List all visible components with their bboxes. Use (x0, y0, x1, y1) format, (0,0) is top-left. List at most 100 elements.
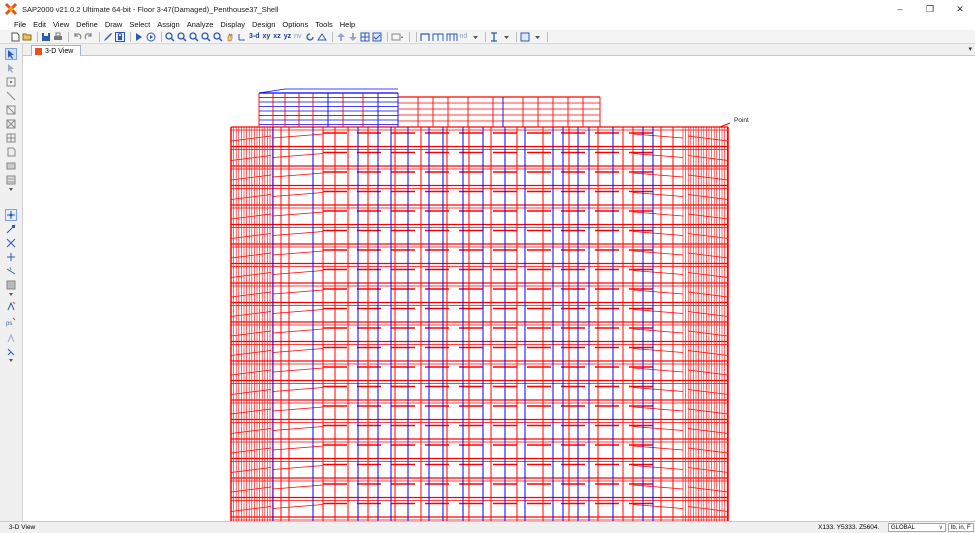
toolbar-separator (485, 31, 487, 42)
zoom-full-icon[interactable] (177, 31, 187, 43)
area-object-icon[interactable] (520, 31, 530, 43)
run-now-icon[interactable] (146, 31, 156, 43)
frame-member (632, 445, 684, 451)
redo-icon[interactable] (84, 31, 94, 43)
view-window-icon (35, 47, 42, 55)
close-button[interactable]: ✕ (945, 0, 975, 18)
snap-to-intersections-icon[interactable] (5, 237, 17, 249)
menu-edit[interactable]: Edit (33, 20, 46, 29)
rotate-view-icon[interactable] (305, 31, 315, 43)
frame-member (632, 465, 684, 470)
dropdown-arrow-icon[interactable] (532, 31, 542, 43)
dropdown-arrow-icon[interactable] (470, 31, 480, 43)
frame-member (632, 387, 684, 392)
move-down-icon[interactable] (348, 31, 358, 43)
frame-member (632, 406, 684, 412)
view-xz-button[interactable]: xz (273, 33, 280, 40)
previous-select-icon[interactable]: ps (5, 316, 17, 328)
dropdown-arrow-icon[interactable] (501, 31, 511, 43)
frame-elements (230, 88, 731, 521)
quick-draw-frame-icon[interactable] (5, 104, 17, 116)
minimize-button[interactable]: – (885, 0, 915, 18)
frame-member (632, 172, 684, 178)
menu-design[interactable]: Design (252, 20, 275, 29)
set-display-options-icon[interactable] (372, 31, 382, 43)
draw-joint-icon[interactable] (5, 76, 17, 88)
menu-define[interactable]: Define (76, 20, 98, 29)
save-icon[interactable] (41, 31, 51, 43)
move-up-icon[interactable] (336, 31, 346, 43)
undo-icon[interactable] (72, 31, 82, 43)
draw-poly-area-icon[interactable] (5, 146, 17, 158)
snap-to-fine-grid-icon[interactable] (5, 279, 17, 291)
draw-frame-icon[interactable] (419, 31, 430, 43)
draw-link-icon[interactable] (446, 31, 458, 43)
show-forces-icon[interactable] (391, 31, 404, 43)
open-folder-icon[interactable] (22, 31, 32, 43)
draw-rect-area-icon[interactable] (5, 160, 17, 172)
units-select[interactable]: lb, in, F (948, 523, 974, 532)
tab-list-dropdown-icon[interactable]: ▾ (968, 45, 972, 53)
coordinate-system-select[interactable]: GLOBAL ∨ (888, 523, 946, 532)
zoom-in-icon[interactable] (201, 31, 211, 43)
snap-to-ends-icon[interactable] (5, 223, 17, 235)
toolbar-separator (161, 31, 162, 42)
view-yz-button[interactable]: yz (284, 33, 291, 40)
snap-to-points-icon[interactable] (5, 209, 17, 221)
menu-file[interactable]: File (14, 20, 26, 29)
chevron-down-icon: ∨ (938, 525, 943, 531)
nd-button[interactable]: nd (460, 33, 468, 40)
menu-view[interactable]: View (53, 20, 69, 29)
axis-toggle-icon[interactable] (237, 31, 247, 43)
draw-special-joint-icon[interactable] (432, 31, 444, 43)
quick-draw-braces-icon[interactable] (5, 118, 17, 130)
frame-member (632, 426, 684, 431)
perspective-toggle-icon[interactable] (316, 31, 327, 43)
menu-assign[interactable]: Assign (157, 20, 180, 29)
zoom-window-icon[interactable] (165, 31, 175, 43)
maximize-button[interactable]: ❐ (915, 0, 945, 18)
menu-draw[interactable]: Draw (105, 20, 123, 29)
lock-icon[interactable] (115, 31, 125, 43)
snap-to-perpendicular-icon[interactable] (5, 251, 17, 263)
menu-options[interactable]: Options (282, 20, 308, 29)
menu-analyze[interactable]: Analyze (187, 20, 214, 29)
quick-draw-area-icon[interactable] (5, 174, 17, 186)
snap-to-lines-icon[interactable] (5, 265, 17, 277)
clear-selection-icon[interactable] (5, 332, 17, 344)
toolbar-separator (408, 31, 410, 42)
view-3d-button[interactable]: 3-d (249, 33, 260, 40)
zoom-previous-icon[interactable] (189, 31, 199, 43)
section-designer-icon[interactable] (489, 31, 499, 43)
pointer-select-icon[interactable] (5, 48, 17, 60)
view-nv-button[interactable]: nv (294, 33, 301, 40)
tab-3d-view[interactable]: 3-D View (31, 45, 81, 56)
window-title: SAP2000 v21.0.2 Ultimate 64-bit - Floor … (22, 4, 279, 14)
more-snap-arrow-icon[interactable] (5, 291, 17, 297)
draw-frame-line-icon[interactable] (5, 90, 17, 102)
menu-select[interactable]: Select (129, 20, 150, 29)
reshaper-icon[interactable] (5, 62, 17, 74)
menu-help[interactable]: Help (340, 20, 355, 29)
pan-hand-icon[interactable] (225, 31, 235, 43)
grid-display-icon[interactable] (360, 31, 370, 43)
toolbar-separator (68, 31, 69, 42)
select-all-icon[interactable] (5, 300, 17, 312)
draw-cable-icon[interactable] (5, 132, 17, 144)
new-model-icon[interactable] (10, 31, 20, 43)
toolbar-separator (37, 31, 38, 42)
coordinate-system-value: GLOBAL (891, 524, 916, 531)
menu-tools[interactable]: Tools (315, 20, 333, 29)
model-canvas[interactable]: Point (23, 56, 975, 521)
zoom-out-icon[interactable] (213, 31, 223, 43)
menu-display[interactable]: Display (220, 20, 245, 29)
tab-label: 3-D View (45, 47, 74, 55)
svg-text:ps: ps (6, 321, 12, 327)
view-xy-button[interactable]: xy (263, 33, 271, 40)
run-analysis-icon[interactable] (134, 31, 144, 43)
print-icon[interactable] (53, 31, 63, 43)
frame-member (632, 484, 684, 490)
pencil-icon[interactable] (103, 31, 113, 43)
more-select-arrow-icon[interactable] (5, 357, 17, 363)
more-tools-arrow-icon[interactable] (5, 186, 17, 192)
